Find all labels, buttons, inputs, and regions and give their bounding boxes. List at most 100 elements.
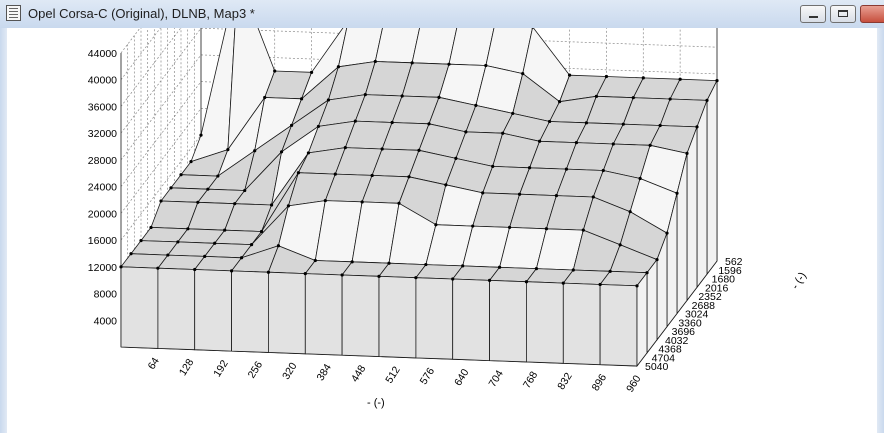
surface-node [641,76,645,80]
surface-node [618,243,622,247]
surface-node [380,147,384,151]
map-document-icon[interactable] [6,5,21,21]
surface-node [276,244,281,248]
surface-front-wall [562,282,601,366]
surface-node [434,223,438,227]
surface-node [129,252,133,256]
surface-node [216,174,220,178]
surface-node [497,265,502,269]
surface-node [675,191,679,195]
surface-node [203,254,207,259]
surface-node [390,120,394,125]
surface-node [454,156,458,160]
window-frame-right[interactable] [877,28,884,433]
surface-front-wall [452,278,491,362]
surface-node [397,201,401,205]
surface-node [350,260,354,264]
surface-node [206,187,210,191]
surface-node [594,94,599,98]
surface-node [296,171,301,175]
surface-node [169,186,173,190]
surface-node [269,203,274,207]
y-tick-label: 5040 [645,361,669,373]
y-axis-title: - (-) [789,270,809,291]
surface-node [306,151,311,155]
surface-node [557,100,562,104]
surface-node [678,77,682,81]
surface-node [309,70,314,74]
surface-node [608,269,612,273]
close-button[interactable] [860,5,884,23]
surface-node [658,123,662,128]
surface-node [591,195,595,199]
surface-front-wall [489,279,527,363]
surface-node [213,241,217,245]
surface-node [427,122,431,126]
surface-node [253,149,257,153]
surface-node [611,142,615,146]
surface-node [159,199,163,203]
surface-front-wall [267,271,306,355]
surface-node [547,119,552,124]
z-tick-label: 36000 [88,101,117,113]
surface-node [507,225,512,230]
surface-node [444,183,448,187]
x-tick-label: 512 [383,364,403,385]
surface-node [601,168,605,173]
surface-node [584,121,589,125]
surface-node [447,62,451,66]
surface-node [417,148,421,152]
x-tick-label: 576 [418,366,438,387]
surface-node [263,95,267,100]
surface-node [343,146,347,150]
surface-node [571,268,575,272]
minimize-icon [809,16,818,18]
title-bar[interactable]: Opel Corsa-C (Original), DLNB, Map3 * [0,0,884,29]
surface-node [323,198,327,203]
surface-node [226,147,230,152]
x-tick-label: 448 [349,363,369,384]
surface-node [410,61,414,65]
surface-node [638,176,642,181]
z-tick-label: 44000 [88,48,117,60]
minimize-button[interactable] [800,5,826,23]
surface-node [561,281,565,285]
surface-node [193,267,197,272]
surface-front-wall [526,281,564,364]
x-tick-label: 384 [314,362,334,383]
surface-node [665,231,669,235]
surface-node [491,164,495,168]
surface-node [685,151,689,155]
surface-plot[interactable]: 4000 8000 12000 16000 20000 24000 28000 32000 36… [7,28,877,433]
surface-node [279,150,284,154]
surface-node [527,166,532,170]
surface-node [407,175,411,179]
surface-node [461,264,465,268]
surface-node [668,97,672,101]
surface-node [564,167,569,171]
z-tick-label: 20000 [88,208,117,220]
surface-node [196,200,200,204]
surface-node [303,272,307,276]
surface-node [631,96,635,100]
maximize-button[interactable] [830,5,856,23]
z-tick-label: 12000 [88,262,117,274]
window-title: Opel Corsa-C (Original), DLNB, Map3 * [28,6,255,21]
window-frame-left[interactable] [0,28,7,433]
surface-node [289,123,294,127]
x-tick-label: 640 [452,367,472,388]
surface-node [598,282,602,287]
surface-node [333,172,337,176]
surface-front-wall [415,277,454,360]
surface-front-wall [120,266,159,349]
surface-node [464,130,468,134]
surface-node [299,97,304,101]
surface-node [400,94,404,98]
surface-node [581,228,585,232]
surface-side-wall [696,100,708,289]
surface-node [621,122,625,126]
surface-node [353,119,357,123]
surface-front-wall [378,275,417,359]
surface-plot-area[interactable]: 4000 8000 12000 16000 20000 24000 28000 32000 36… [7,28,877,433]
surface-node [695,125,699,129]
